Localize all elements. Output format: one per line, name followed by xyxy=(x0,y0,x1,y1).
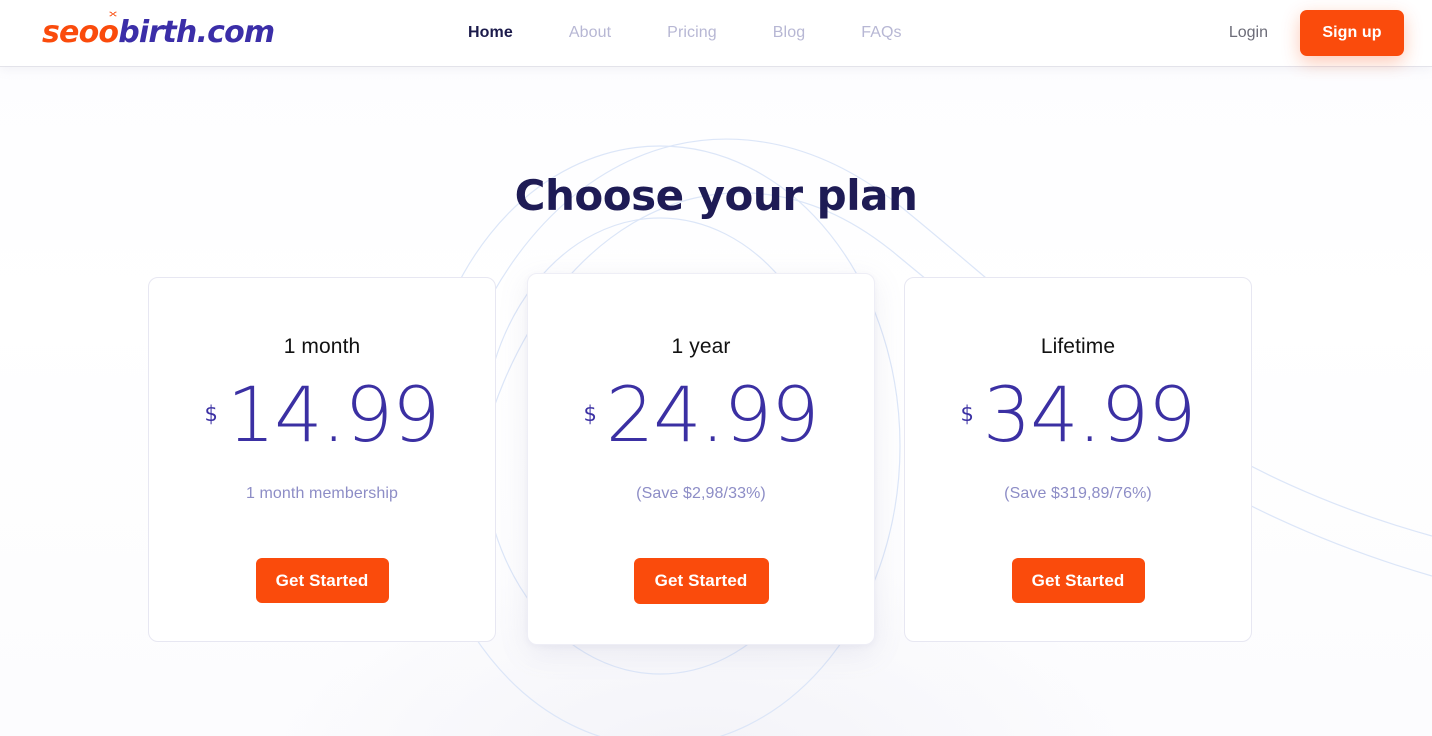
logo-seo-text: seo xyxy=(42,15,99,50)
price-amount: 34.99 xyxy=(982,370,1197,459)
login-link[interactable]: Login xyxy=(1229,24,1268,42)
currency-symbol: $ xyxy=(204,402,218,426)
price-amount: 24.99 xyxy=(605,370,820,459)
currency-symbol: $ xyxy=(960,402,974,426)
logo-birth-text: birth.com xyxy=(118,15,275,50)
nav-link-pricing[interactable]: Pricing xyxy=(639,0,745,66)
plan-price: $ 14.99 xyxy=(204,370,441,459)
plan-card-1-year[interactable]: 1 year $ 24.99 (Save $2,98/33%) Get Star… xyxy=(527,273,875,645)
logo-bomb-icon: o xyxy=(98,10,119,53)
price-amount: 14.99 xyxy=(226,370,441,459)
plan-name: 1 year xyxy=(671,335,731,358)
plan-price: $ 24.99 xyxy=(583,370,820,459)
header-actions: Login Sign up xyxy=(1229,0,1404,66)
get-started-button[interactable]: Get Started xyxy=(633,558,769,604)
plan-subtitle: (Save $319,89/76%) xyxy=(1004,485,1152,502)
site-logo[interactable]: seoobirth.com xyxy=(42,10,275,53)
site-header: seoobirth.com Home About Pricing Blog FA… xyxy=(0,0,1432,66)
plan-subtitle: (Save $2,98/33%) xyxy=(636,485,766,502)
get-started-button[interactable]: Get Started xyxy=(1011,558,1145,603)
currency-symbol: $ xyxy=(583,402,597,426)
nav-link-blog[interactable]: Blog xyxy=(745,0,833,66)
nav-link-home[interactable]: Home xyxy=(440,0,541,66)
plan-price: $ 34.99 xyxy=(960,370,1197,459)
plan-card-1-month[interactable]: 1 month $ 14.99 1 month membership Get S… xyxy=(148,277,496,642)
nav-link-faqs[interactable]: FAQs xyxy=(833,0,929,66)
pricing-plans: 1 month $ 14.99 1 month membership Get S… xyxy=(0,66,1432,736)
get-started-button[interactable]: Get Started xyxy=(255,558,389,603)
plan-name: 1 month xyxy=(283,335,361,358)
plan-name: Lifetime xyxy=(1040,335,1116,358)
nav-link-about[interactable]: About xyxy=(541,0,639,66)
plan-subtitle: 1 month membership xyxy=(245,485,399,502)
main-content: Choose your plan 1 month $ 14.99 1 month… xyxy=(0,66,1432,736)
primary-navigation: Home About Pricing Blog FAQs xyxy=(440,0,930,66)
plan-card-lifetime[interactable]: Lifetime $ 34.99 (Save $319,89/76%) Get … xyxy=(904,277,1252,642)
signup-button[interactable]: Sign up xyxy=(1300,10,1404,56)
